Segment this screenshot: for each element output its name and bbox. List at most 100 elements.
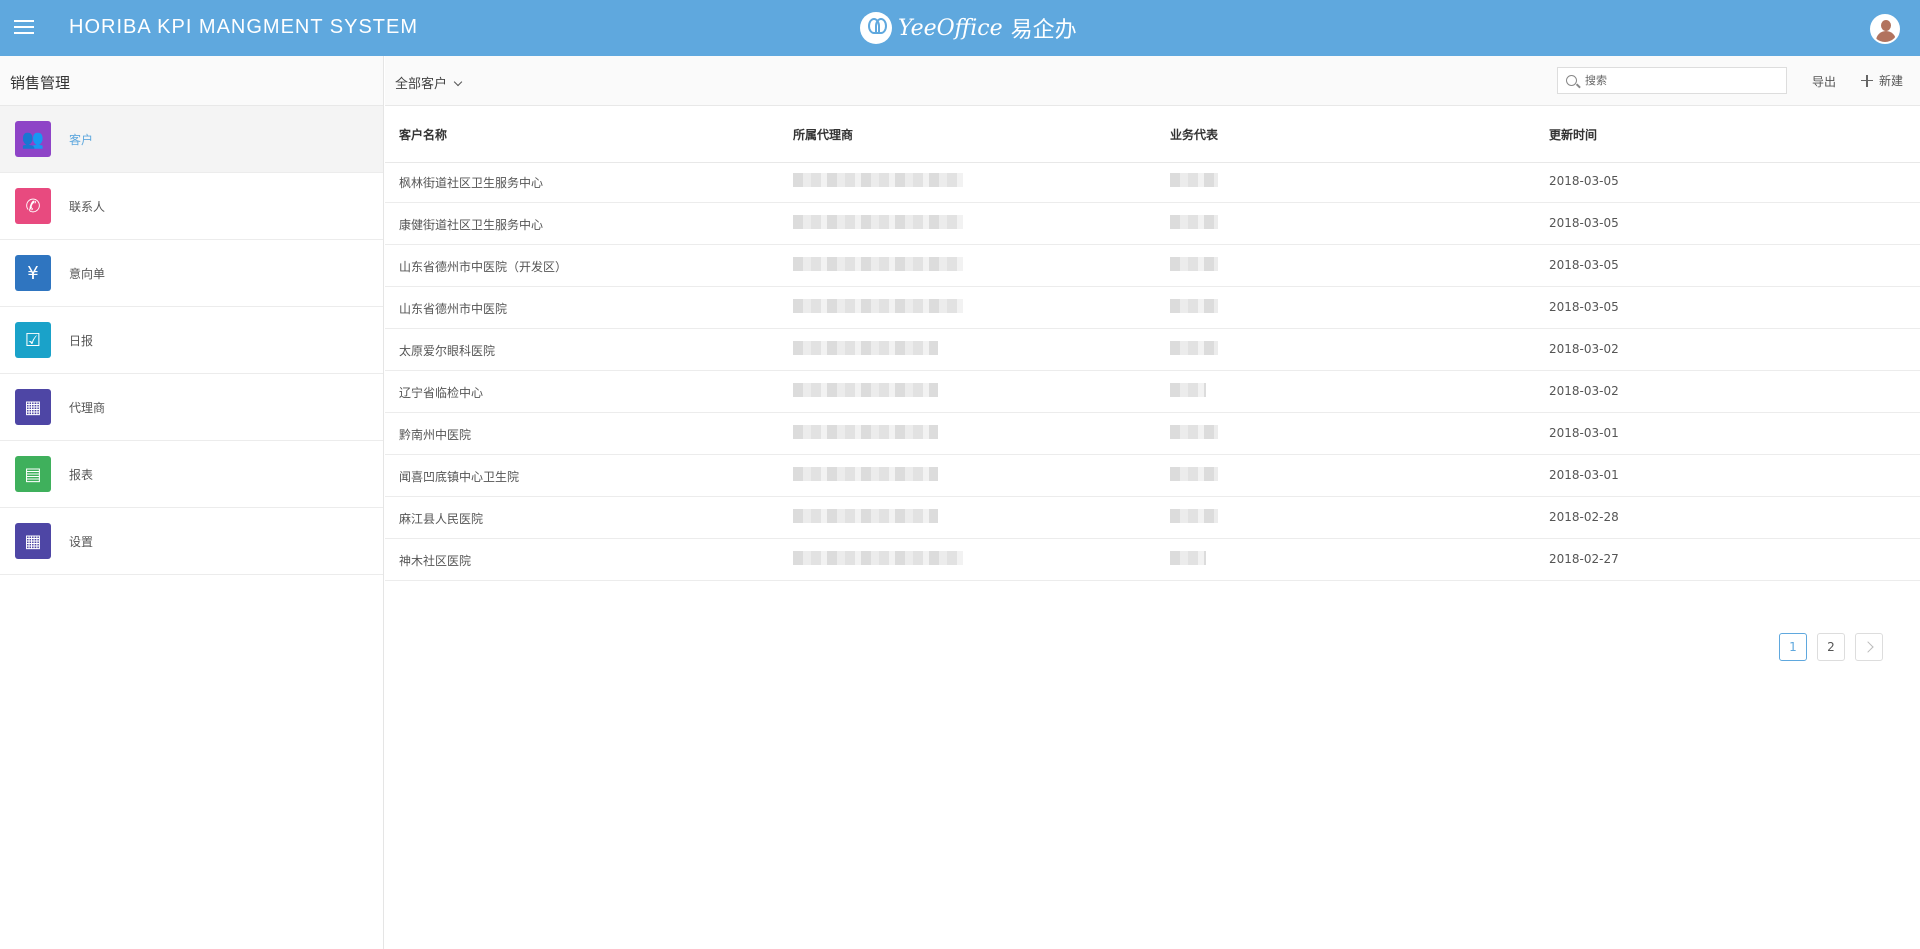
updated-date-cell: 2018-03-02 — [1549, 341, 1619, 356]
rep-cell-redacted — [1170, 550, 1206, 565]
column-header-updated[interactable]: 更新时间 — [1549, 126, 1597, 143]
sidebar: 销售管理 👥 客户 ✆ 联系人 ¥ 意向单 ☑ 日报 ▦ 代理商 ▤ 报表 ▦ 设置 — [0, 56, 384, 949]
table-row[interactable]: 黔南州中医院 2018-03-01 — [385, 413, 1920, 455]
table-row[interactable]: 辽宁省临检中心 2018-03-02 — [385, 371, 1920, 413]
updated-date-cell: 2018-03-05 — [1549, 215, 1619, 230]
rep-cell-redacted — [1170, 172, 1218, 187]
rep-cell-redacted — [1170, 298, 1218, 313]
table-row[interactable]: 山东省德州市中医院 2018-03-05 — [385, 287, 1920, 329]
customer-table: 客户名称 所属代理商 业务代表 更新时间 枫林街道社区卫生服务中心 2018-03… — [385, 128, 1920, 581]
customer-name-cell[interactable]: 黔南州中医院 — [399, 426, 471, 443]
rep-cell-redacted — [1170, 424, 1218, 439]
updated-date-cell: 2018-03-05 — [1549, 173, 1619, 188]
new-button-label: 新建 — [1879, 74, 1904, 88]
agent-cell-redacted — [793, 298, 963, 313]
agent-cell-redacted — [793, 508, 938, 523]
menu-hamburger-icon[interactable] — [12, 16, 36, 40]
brand-cn-name: 易企办 — [1010, 18, 1077, 43]
sidebar-nav: 👥 客户 ✆ 联系人 ¥ 意向单 ☑ 日报 ▦ 代理商 ▤ 报表 ▦ 设置 — [0, 106, 383, 575]
pagination: 1 2 — [1779, 633, 1883, 661]
export-button[interactable]: 导出 — [1812, 73, 1836, 90]
sidebar-title: 销售管理 — [0, 56, 383, 106]
table-row[interactable]: 康健街道社区卫生服务中心 2018-03-05 — [385, 203, 1920, 245]
filter-label: 全部客户 — [395, 77, 448, 92]
table-body: 枫林街道社区卫生服务中心 2018-03-05 康健街道社区卫生服务中心 2018-0… — [385, 161, 1920, 581]
agent-cell-redacted — [793, 172, 963, 187]
agent-cell-redacted — [793, 382, 938, 397]
updated-date-cell: 2018-03-02 — [1549, 383, 1619, 398]
page-button-1[interactable]: 1 — [1779, 633, 1807, 661]
customer-name-cell[interactable]: 山东省德州市中医院（开发区） — [399, 258, 567, 275]
agent-cell-redacted — [793, 550, 963, 565]
customer-name-cell[interactable]: 康健街道社区卫生服务中心 — [399, 216, 543, 233]
table-row[interactable]: 山东省德州市中医院（开发区） 2018-03-05 — [385, 245, 1920, 287]
sidebar-item-2[interactable]: ✆ 联系人 — [0, 173, 383, 240]
sidebar-item-1[interactable]: 👥 客户 — [0, 106, 383, 173]
updated-date-cell: 2018-02-27 — [1549, 551, 1619, 566]
customer-name-cell[interactable]: 辽宁省临检中心 — [399, 384, 483, 401]
customer-name-cell[interactable]: 太原爱尔眼科医院 — [399, 342, 495, 359]
agent-cell-redacted — [793, 424, 938, 439]
customer-name-cell[interactable]: 神木社区医院 — [399, 552, 471, 569]
sidebar-item-3[interactable]: ¥ 意向单 — [0, 240, 383, 307]
page-button-2[interactable]: 2 — [1817, 633, 1845, 661]
brand-logo: YeeOffice 易企办 — [860, 10, 1077, 46]
agent-cell-redacted — [793, 214, 963, 229]
plus-icon — [1861, 74, 1873, 87]
updated-date-cell: 2018-03-01 — [1549, 425, 1619, 440]
table-row[interactable]: 枫林街道社区卫生服务中心 2018-03-05 — [385, 161, 1920, 203]
search-icon — [1566, 75, 1577, 86]
toolbar: 全部客户 导出 新建 — [385, 56, 1920, 106]
settings-grid-icon: ▦ — [15, 523, 51, 559]
daily-report-icon: ☑ — [15, 322, 51, 358]
updated-date-cell: 2018-03-05 — [1549, 299, 1619, 314]
sidebar-item-label: 报表 — [69, 467, 94, 482]
report-search-icon: ▤ — [15, 456, 51, 492]
sidebar-item-5[interactable]: ▦ 代理商 — [0, 374, 383, 441]
rep-cell-redacted — [1170, 382, 1206, 397]
users-icon: 👥 — [15, 121, 51, 157]
search-box[interactable] — [1557, 67, 1787, 94]
rep-cell-redacted — [1170, 340, 1218, 355]
yeeoffice-logo-icon — [860, 12, 892, 44]
sidebar-item-4[interactable]: ☑ 日报 — [0, 307, 383, 374]
rep-cell-redacted — [1170, 466, 1218, 481]
customer-name-cell[interactable]: 山东省德州市中医院 — [399, 300, 507, 317]
chevron-right-icon — [1861, 641, 1874, 653]
agent-grid-icon: ▦ — [15, 389, 51, 425]
sidebar-item-label: 设置 — [69, 534, 94, 549]
top-bar: HORIBA KPI MANGMENT SYSTEM YeeOffice 易企办 — [0, 0, 1920, 56]
updated-date-cell: 2018-03-01 — [1549, 467, 1619, 482]
sidebar-item-6[interactable]: ▤ 报表 — [0, 441, 383, 508]
agent-cell-redacted — [793, 256, 963, 271]
sidebar-item-label: 代理商 — [69, 400, 106, 415]
customer-name-cell[interactable]: 枫林街道社区卫生服务中心 — [399, 174, 543, 191]
contact-card-icon: ✆ — [15, 188, 51, 224]
rep-cell-redacted — [1170, 214, 1218, 229]
column-header-name[interactable]: 客户名称 — [399, 126, 447, 143]
customer-name-cell[interactable]: 闻喜凹底镇中心卫生院 — [399, 468, 519, 485]
sidebar-item-label: 意向单 — [69, 266, 106, 281]
search-input[interactable] — [1585, 74, 1775, 87]
rep-cell-redacted — [1170, 508, 1218, 523]
user-avatar[interactable] — [1870, 14, 1900, 44]
table-row[interactable]: 太原爱尔眼科医院 2018-03-02 — [385, 329, 1920, 371]
table-row[interactable]: 麻江县人民医院 2018-02-28 — [385, 497, 1920, 539]
chevron-down-icon — [453, 77, 463, 87]
table-row[interactable]: 闻喜凹底镇中心卫生院 2018-03-01 — [385, 455, 1920, 497]
next-page-button[interactable] — [1855, 633, 1883, 661]
sidebar-item-label: 联系人 — [69, 199, 106, 214]
brand-latin-name: YeeOffice — [898, 15, 1003, 41]
column-header-agent[interactable]: 所属代理商 — [793, 126, 853, 143]
agent-cell-redacted — [793, 340, 938, 355]
agent-cell-redacted — [793, 466, 938, 481]
main-content: 全部客户 导出 新建 客户名称 所属代理商 业务代表 更新时间 枫林街道社区卫生… — [385, 56, 1920, 949]
new-button[interactable]: 新建 — [1861, 72, 1903, 89]
customer-filter-dropdown[interactable]: 全部客户 — [395, 73, 463, 92]
customer-name-cell[interactable]: 麻江县人民医院 — [399, 510, 483, 527]
yen-icon: ¥ — [15, 255, 51, 291]
column-header-rep[interactable]: 业务代表 — [1170, 126, 1218, 143]
table-header: 客户名称 所属代理商 业务代表 更新时间 — [385, 106, 1920, 163]
table-row[interactable]: 神木社区医院 2018-02-27 — [385, 539, 1920, 581]
sidebar-item-7[interactable]: ▦ 设置 — [0, 508, 383, 575]
